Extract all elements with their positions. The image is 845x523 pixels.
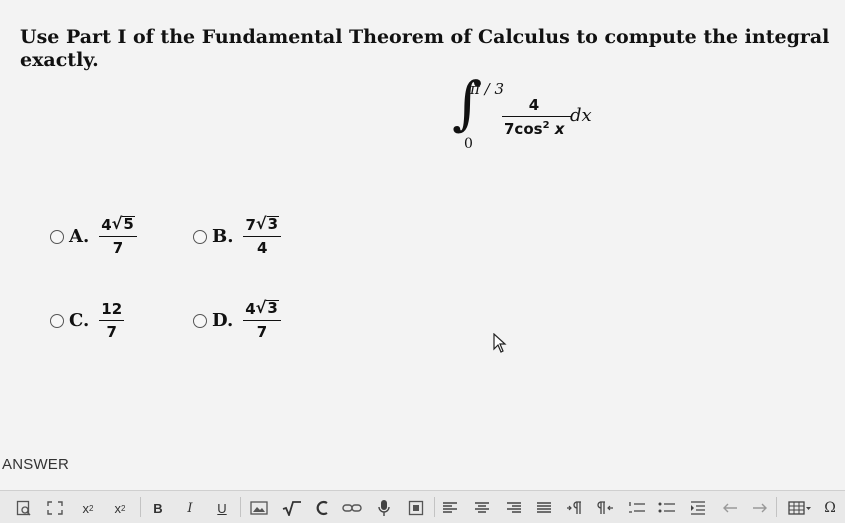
align-center-icon[interactable]	[474, 499, 490, 517]
italic-button[interactable]: I	[182, 499, 198, 517]
choice-letter: A.	[69, 226, 90, 247]
choice-b-fraction: 7 √ 3 4	[243, 214, 282, 257]
chemistry-icon[interactable]	[314, 499, 330, 517]
radio-b[interactable]	[193, 229, 207, 244]
numerator-coef: 7	[245, 216, 256, 234]
denominator-coef: 7cos	[504, 120, 543, 138]
integral-differential: dx	[570, 105, 592, 126]
choice-c-fraction: 12 7	[99, 300, 125, 341]
radicand: 3	[266, 299, 279, 317]
radio-c[interactable]	[50, 313, 64, 328]
superscript-mark: 2	[121, 503, 126, 513]
radio-a[interactable]	[50, 229, 64, 244]
table-dropdown-icon[interactable]	[788, 499, 812, 517]
choice-d[interactable]: D. 4 √ 3 7	[193, 300, 281, 341]
numerator: 12	[99, 300, 125, 321]
toolbar-divider	[434, 497, 435, 517]
align-justify-icon[interactable]	[536, 499, 552, 517]
bulleted-list-icon[interactable]	[658, 499, 676, 517]
integral-lower-limit: 0	[464, 136, 473, 152]
answer-editor-toolbar: x2 x2 B I U Ω	[0, 490, 845, 523]
undo-icon[interactable]	[722, 499, 738, 517]
choice-a-fraction: 4 √ 5 7	[99, 216, 137, 257]
subscript-mark: 2	[89, 503, 94, 513]
sqrt-icon: √	[255, 298, 267, 317]
choice-letter: B.	[212, 226, 234, 247]
radicand: 5	[122, 215, 135, 233]
numbered-list-icon[interactable]	[628, 499, 646, 517]
answer-label: ANSWER	[2, 456, 70, 473]
numerator-coef: 4	[101, 216, 112, 234]
denominator: 7	[106, 323, 117, 341]
choice-a[interactable]: A. 4 √ 5 7	[50, 216, 137, 257]
denominator-exponent: 2	[542, 120, 550, 131]
choice-c[interactable]: C. 12 7	[50, 300, 125, 341]
ltr-paragraph-icon[interactable]	[566, 499, 584, 517]
radicand: 3	[266, 215, 280, 233]
radio-d[interactable]	[193, 313, 207, 328]
choice-letter: C.	[69, 310, 90, 331]
choice-d-fraction: 4 √ 3 7	[243, 300, 281, 341]
fraction-bar	[502, 116, 572, 117]
subscript-button[interactable]: x2	[80, 499, 96, 517]
image-icon[interactable]	[250, 499, 268, 517]
denominator-variable: x	[549, 120, 565, 138]
underline-button[interactable]: U	[214, 499, 230, 517]
toolbar-divider	[776, 497, 777, 517]
toolbar-divider	[140, 497, 141, 517]
choice-b[interactable]: B. 7 √ 3 4	[193, 214, 282, 257]
microphone-icon[interactable]	[376, 499, 392, 517]
sqrt-icon: √	[111, 214, 123, 233]
table-insert-icon[interactable]	[408, 499, 424, 517]
integrand-denominator: 7cos2 x	[504, 120, 564, 138]
rtl-paragraph-icon[interactable]	[596, 499, 614, 517]
integral-expression: ∫ π / 3 0 4 7cos2 x dx	[452, 74, 622, 160]
numerator-coef: 4	[245, 300, 256, 318]
toolbar-divider	[240, 497, 241, 517]
link-icon[interactable]	[342, 499, 362, 517]
square-root-icon[interactable]	[282, 499, 302, 517]
choice-letter: D.	[212, 310, 234, 331]
sqrt-icon: √	[255, 214, 267, 233]
align-left-icon[interactable]	[442, 499, 458, 517]
denominator: 4	[257, 239, 268, 257]
preview-icon[interactable]	[16, 499, 32, 517]
integral-upper-limit: π / 3	[470, 80, 504, 98]
denominator: 7	[112, 239, 124, 257]
indent-icon[interactable]	[690, 499, 706, 517]
denominator: 7	[256, 323, 268, 341]
redo-icon[interactable]	[752, 499, 768, 517]
fullscreen-icon[interactable]	[46, 499, 64, 517]
bold-button[interactable]: B	[150, 499, 166, 517]
superscript-button[interactable]: x2	[112, 499, 128, 517]
special-characters-button[interactable]: Ω	[822, 499, 838, 517]
align-right-icon[interactable]	[506, 499, 522, 517]
integrand-numerator: 4	[528, 96, 540, 114]
mouse-pointer-icon	[493, 332, 507, 357]
question-text: Use Part I of the Fundamental Theorem of…	[20, 26, 830, 71]
